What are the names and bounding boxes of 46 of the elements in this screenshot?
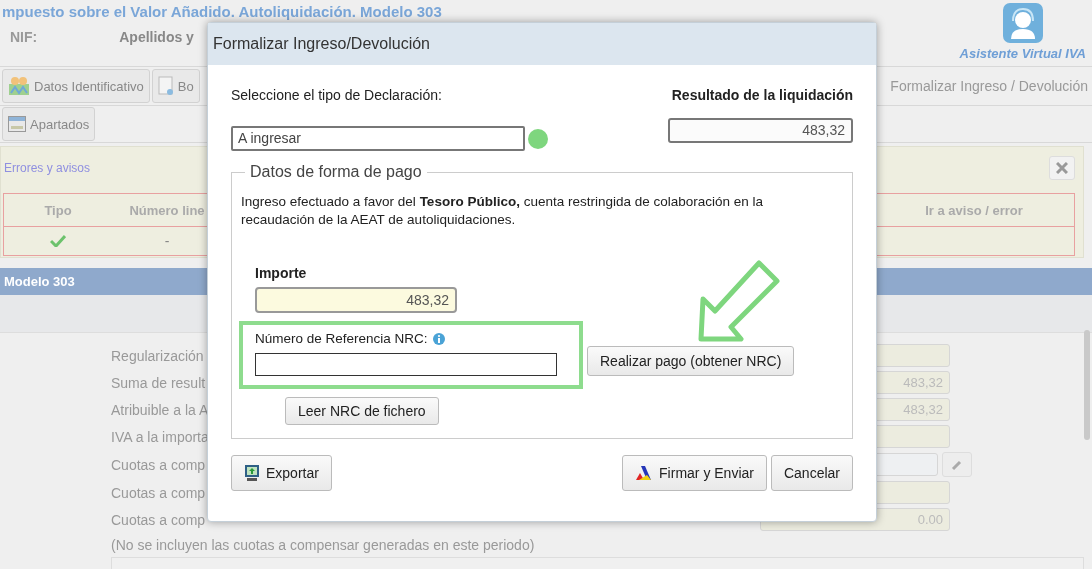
nrc-input[interactable] <box>255 353 557 376</box>
table-cell-text: - <box>163 233 171 249</box>
result-field: 483,32 <box>668 118 853 143</box>
result-label: Resultado de la liquidación <box>671 87 853 103</box>
column-header: Ir a aviso / error <box>924 202 1024 218</box>
declaration-type-label: Seleccione el tipo de Declaración: <box>231 87 443 103</box>
amount-label: Importe <box>255 265 308 281</box>
nrc-label: Número de Referencia NRC: <box>255 331 428 346</box>
field-label: Suma de result <box>111 374 206 391</box>
field-label: Cuotas a comp <box>111 456 206 473</box>
payment-description: Ingreso efectuado a favor del Tesoro Público, cuenta restringida de colaboración en la recaudación de la AEAT de autoliquidaciones. <box>241 193 765 229</box>
close-button[interactable] <box>1049 156 1075 180</box>
read-file-button[interactable]: Leer NRC de fichero <box>285 397 439 425</box>
monitor-icon <box>244 464 260 482</box>
status-dot-icon <box>528 128 548 149</box>
arrow-icon <box>697 257 781 343</box>
field-label: Regularización <box>111 347 204 364</box>
dialog-title: Formalizar Ingreso/Devolución <box>208 23 876 65</box>
current-step-label: Formalizar Ingreso / Devolución <box>890 78 1089 94</box>
pencil-icon <box>951 458 963 471</box>
nif-label: NIF: <box>10 29 38 45</box>
close-icon <box>1056 162 1068 174</box>
name-label: Apellidos y <box>119 29 194 45</box>
info-icon[interactable] <box>432 332 445 345</box>
dialog-button[interactable]: Cancelar <box>770 455 853 491</box>
window-icon <box>8 116 26 132</box>
column-header: Número line <box>128 202 206 218</box>
edit-button[interactable] <box>942 452 972 477</box>
document-icon <box>157 76 174 96</box>
field-label: IVA a la importa <box>111 428 209 445</box>
logo-icon <box>635 465 654 481</box>
dialog-button[interactable]: Firmar y Enviar <box>622 455 767 491</box>
column-header: Tipo <box>43 202 73 218</box>
errors-title: Errores y avisos <box>4 161 91 175</box>
declaration-type-field[interactable]: A ingresar <box>231 126 525 151</box>
pay-button[interactable]: Realizar pago (obtener NRC) <box>587 346 795 376</box>
payment-legend: Datos de forma de pago <box>245 163 427 181</box>
field-label: Cuotas a comp <box>111 484 206 501</box>
page-title: mpuesto sobre el Valor Añadido. Autoliquidación. Modelo 303 <box>2 3 442 20</box>
note-text: (No se incluyen las cuotas a compensar generadas en este periodo) <box>110 536 536 553</box>
field-label: Cuotas a comp <box>111 511 206 528</box>
people-icon <box>8 76 30 96</box>
assistant-icon[interactable] <box>1002 3 1043 43</box>
check-icon <box>50 235 66 247</box>
dialog-button[interactable]: Exportar <box>231 455 332 491</box>
amount-field: 483,32 <box>255 287 457 313</box>
